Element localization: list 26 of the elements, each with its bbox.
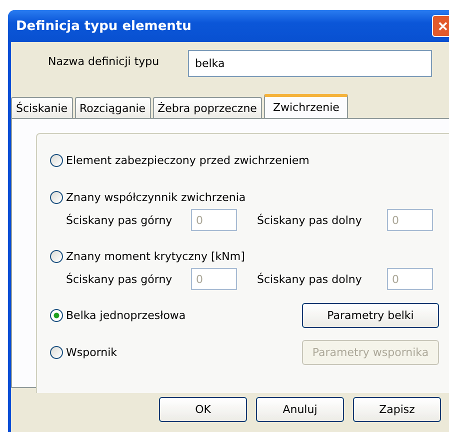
name-input-field[interactable]: belka bbox=[188, 50, 432, 76]
tab[interactable]: Rozciąganie bbox=[74, 97, 151, 118]
radio-button[interactable]: Znany moment krytyczny [kNm] bbox=[50, 250, 245, 262]
parameters-button[interactable]: Parametry belki bbox=[302, 302, 439, 328]
radio-button[interactable]: Belka jednoprzesłowa bbox=[50, 308, 186, 322]
field-label: Ściskany pas dolny bbox=[257, 214, 363, 226]
dialog-button[interactable]: OK bbox=[159, 397, 247, 422]
radio-icon[interactable] bbox=[50, 190, 63, 204]
radio-icon[interactable] bbox=[50, 346, 63, 358]
radio-icon[interactable] bbox=[50, 308, 63, 322]
field-label: Ściskany pas górny bbox=[66, 214, 174, 226]
field-label: Nazwa definicji typu bbox=[47, 54, 160, 68]
dialog-button[interactable]: Anuluj bbox=[256, 397, 344, 422]
field-label: Ściskany pas górny bbox=[66, 272, 174, 286]
tab[interactable]: Ściskanie bbox=[11, 97, 73, 118]
tab[interactable]: Żebra poprzeczne bbox=[152, 97, 262, 118]
window-title: Definicja typu elementu bbox=[16, 18, 192, 34]
close-button[interactable]: ✕ bbox=[432, 15, 449, 37]
radio-button[interactable]: Element zabezpieczony przed zwichrzeniem bbox=[50, 154, 310, 166]
tab[interactable]: Zwichrzenie bbox=[264, 94, 348, 118]
radio-button[interactable]: Wspornik bbox=[50, 346, 118, 358]
dialog-button[interactable]: Zapisz bbox=[353, 397, 441, 422]
radio-button[interactable]: Znany współczynnik zwichrzenia bbox=[50, 190, 246, 204]
radio-icon[interactable] bbox=[50, 250, 63, 262]
field-label: Ściskany pas dolny bbox=[257, 272, 363, 286]
radio-icon[interactable] bbox=[50, 154, 63, 166]
